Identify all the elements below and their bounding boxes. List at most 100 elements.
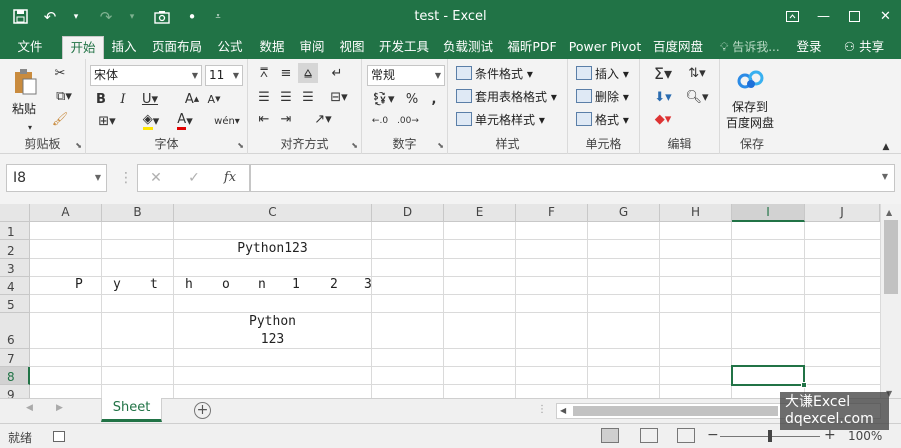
fill-handle[interactable] xyxy=(801,382,807,388)
cut-icon[interactable]: ✂ xyxy=(50,63,70,83)
login-link[interactable]: 登录 xyxy=(790,36,828,59)
column-header-e[interactable]: E xyxy=(444,204,516,222)
align-left-icon[interactable]: ☰ xyxy=(254,87,274,107)
tab-load-test[interactable]: 负载测试 xyxy=(438,36,498,59)
phonetic-guide-icon[interactable]: wén▾ xyxy=(212,111,242,131)
maximize-icon[interactable] xyxy=(839,0,870,33)
touch-mode-icon[interactable]: • xyxy=(178,4,206,30)
conditional-formatting-button[interactable]: 条件格式 ▾ xyxy=(456,64,533,84)
font-launcher-icon[interactable]: ⬊ xyxy=(237,141,244,150)
save-icon[interactable] xyxy=(6,4,34,30)
tab-foxit-pdf[interactable]: 福昕PDF xyxy=(502,36,562,59)
horizontal-scroll-thumb[interactable] xyxy=(573,406,778,416)
align-center-icon[interactable]: ☰ xyxy=(276,87,296,107)
underline-icon[interactable]: U▾ xyxy=(136,89,164,109)
page-break-view-icon[interactable] xyxy=(677,428,695,443)
column-header-g[interactable]: G xyxy=(588,204,660,222)
borders-icon[interactable]: ⊞▾ xyxy=(92,111,122,131)
autosum-icon[interactable]: Σ▾ xyxy=(648,63,678,83)
format-cells-button[interactable]: 格式 ▾ xyxy=(576,110,629,130)
cell-styles-button[interactable]: 单元格样式 ▾ xyxy=(456,110,545,130)
paste-button[interactable]: 粘贴 xyxy=(12,99,36,119)
add-sheet-icon[interactable]: + xyxy=(194,402,211,419)
row-header-7[interactable]: 7 xyxy=(0,349,30,367)
comma-style-icon[interactable]: , xyxy=(424,89,444,109)
scroll-left-icon[interactable]: ◀ xyxy=(560,406,566,415)
clear-icon[interactable]: ◆▾ xyxy=(648,109,678,129)
row-header-1[interactable]: 1 xyxy=(0,222,30,240)
vertical-scrollbar[interactable]: ▲ ▼ xyxy=(880,204,901,400)
worksheet-grid[interactable]: A B C D E F G H I J 1 2 3 4 5 6 7 8 9 Py… xyxy=(0,204,901,400)
cell-c6-line2[interactable]: 123 xyxy=(174,332,371,347)
undo-icon[interactable]: ↶ xyxy=(36,4,64,30)
sheet-tab-sheet[interactable]: Sheet xyxy=(101,398,162,422)
customize-qat-icon[interactable]: ⩡ xyxy=(204,4,232,30)
name-box[interactable]: I8 ▼ xyxy=(6,164,107,192)
percent-icon[interactable]: % xyxy=(402,89,422,109)
sheet-prev-icon[interactable]: ◀ xyxy=(26,403,33,413)
zoom-level[interactable]: 100% xyxy=(848,429,882,443)
formula-bar-splitter[interactable]: ⋮ xyxy=(119,170,134,186)
macro-record-icon[interactable] xyxy=(53,431,65,442)
tab-home[interactable]: 开始 xyxy=(62,36,104,59)
ribbon-display-options-icon[interactable] xyxy=(777,0,808,33)
font-size-select[interactable]: 11 ▼ xyxy=(205,65,243,86)
tell-me-box[interactable]: 💡︎ 告诉我... xyxy=(720,36,780,59)
row-header-8[interactable]: 8 xyxy=(0,367,30,385)
tab-baidu-netdisk[interactable]: 百度网盘 xyxy=(648,36,708,59)
tab-split-handle[interactable]: ⋮ xyxy=(537,404,547,415)
close-icon[interactable]: ✕ xyxy=(870,0,901,33)
insert-function-icon[interactable]: fx xyxy=(218,168,242,188)
row-header-2[interactable]: 2 xyxy=(0,240,30,259)
minimize-icon[interactable]: — xyxy=(808,0,839,33)
row-header-6[interactable]: 6 xyxy=(0,313,30,349)
sort-filter-icon[interactable]: ⇅▾ xyxy=(682,63,712,83)
row-header-3[interactable]: 3 xyxy=(0,259,30,277)
column-header-b[interactable]: B xyxy=(102,204,174,222)
increase-indent-icon[interactable]: ⇥ xyxy=(276,109,296,129)
column-header-j[interactable]: J xyxy=(805,204,880,222)
enter-icon[interactable]: ✓ xyxy=(182,168,206,188)
paste-dropdown-icon[interactable]: ▾ xyxy=(22,117,38,137)
increase-font-icon[interactable]: A ▲ xyxy=(182,89,202,109)
redo-dropdown-icon[interactable]: ▾ xyxy=(118,4,146,30)
number-launcher-icon[interactable]: ⬊ xyxy=(437,141,444,150)
cell-c6-line1[interactable]: Python xyxy=(174,314,371,329)
tab-power-pivot[interactable]: Power Pivot xyxy=(566,36,644,59)
align-top-icon[interactable]: ⩞ xyxy=(254,63,274,83)
align-right-icon[interactable]: ☰ xyxy=(298,87,318,107)
tab-data[interactable]: 数据 xyxy=(254,36,290,59)
copy-icon[interactable]: ⧉▾ xyxy=(50,86,78,106)
baidu-netdisk-icon[interactable] xyxy=(734,67,768,93)
clipboard-launcher-icon[interactable]: ⬊ xyxy=(75,141,82,150)
align-middle-icon[interactable]: ≡ xyxy=(276,63,296,83)
active-cell-i8[interactable] xyxy=(731,365,805,386)
cell-a4-distributed[interactable]: P y t h o n 1 2 3 xyxy=(30,277,372,295)
number-format-select[interactable]: 常规 ▼ xyxy=(367,65,445,86)
paste-icon[interactable] xyxy=(10,67,40,97)
tab-formulas[interactable]: 公式 xyxy=(212,36,248,59)
column-header-d[interactable]: D xyxy=(372,204,444,222)
redo-icon[interactable]: ↷ xyxy=(92,4,120,30)
zoom-slider-knob[interactable] xyxy=(768,430,772,442)
accounting-format-icon[interactable]: 💱︎▾ xyxy=(368,89,398,109)
decrease-font-icon[interactable]: A ▼ xyxy=(204,89,224,109)
orientation-icon[interactable]: ↗▾ xyxy=(308,109,338,129)
page-layout-view-icon[interactable] xyxy=(640,428,658,443)
normal-view-icon[interactable] xyxy=(601,428,619,443)
align-bottom-icon[interactable]: ⩠ xyxy=(298,63,318,83)
column-header-h[interactable]: H xyxy=(660,204,732,222)
screenshot-icon[interactable] xyxy=(148,4,176,30)
wrap-text-icon[interactable]: ↵ xyxy=(324,63,350,83)
share-button[interactable]: ⚇ 共享 xyxy=(834,36,894,59)
column-header-f[interactable]: F xyxy=(516,204,588,222)
tab-view[interactable]: 视图 xyxy=(334,36,370,59)
fill-color-icon[interactable]: ◈ ▾ xyxy=(136,111,166,131)
tab-page-layout[interactable]: 页面布局 xyxy=(148,36,206,59)
column-header-a[interactable]: A xyxy=(30,204,102,222)
column-header-c[interactable]: C xyxy=(174,204,372,222)
cancel-icon[interactable]: ✕ xyxy=(144,168,168,188)
sheet-next-icon[interactable]: ▶ xyxy=(56,403,63,413)
bold-icon[interactable]: B xyxy=(92,89,110,109)
expand-formula-bar-icon[interactable]: ▼ xyxy=(882,172,888,181)
